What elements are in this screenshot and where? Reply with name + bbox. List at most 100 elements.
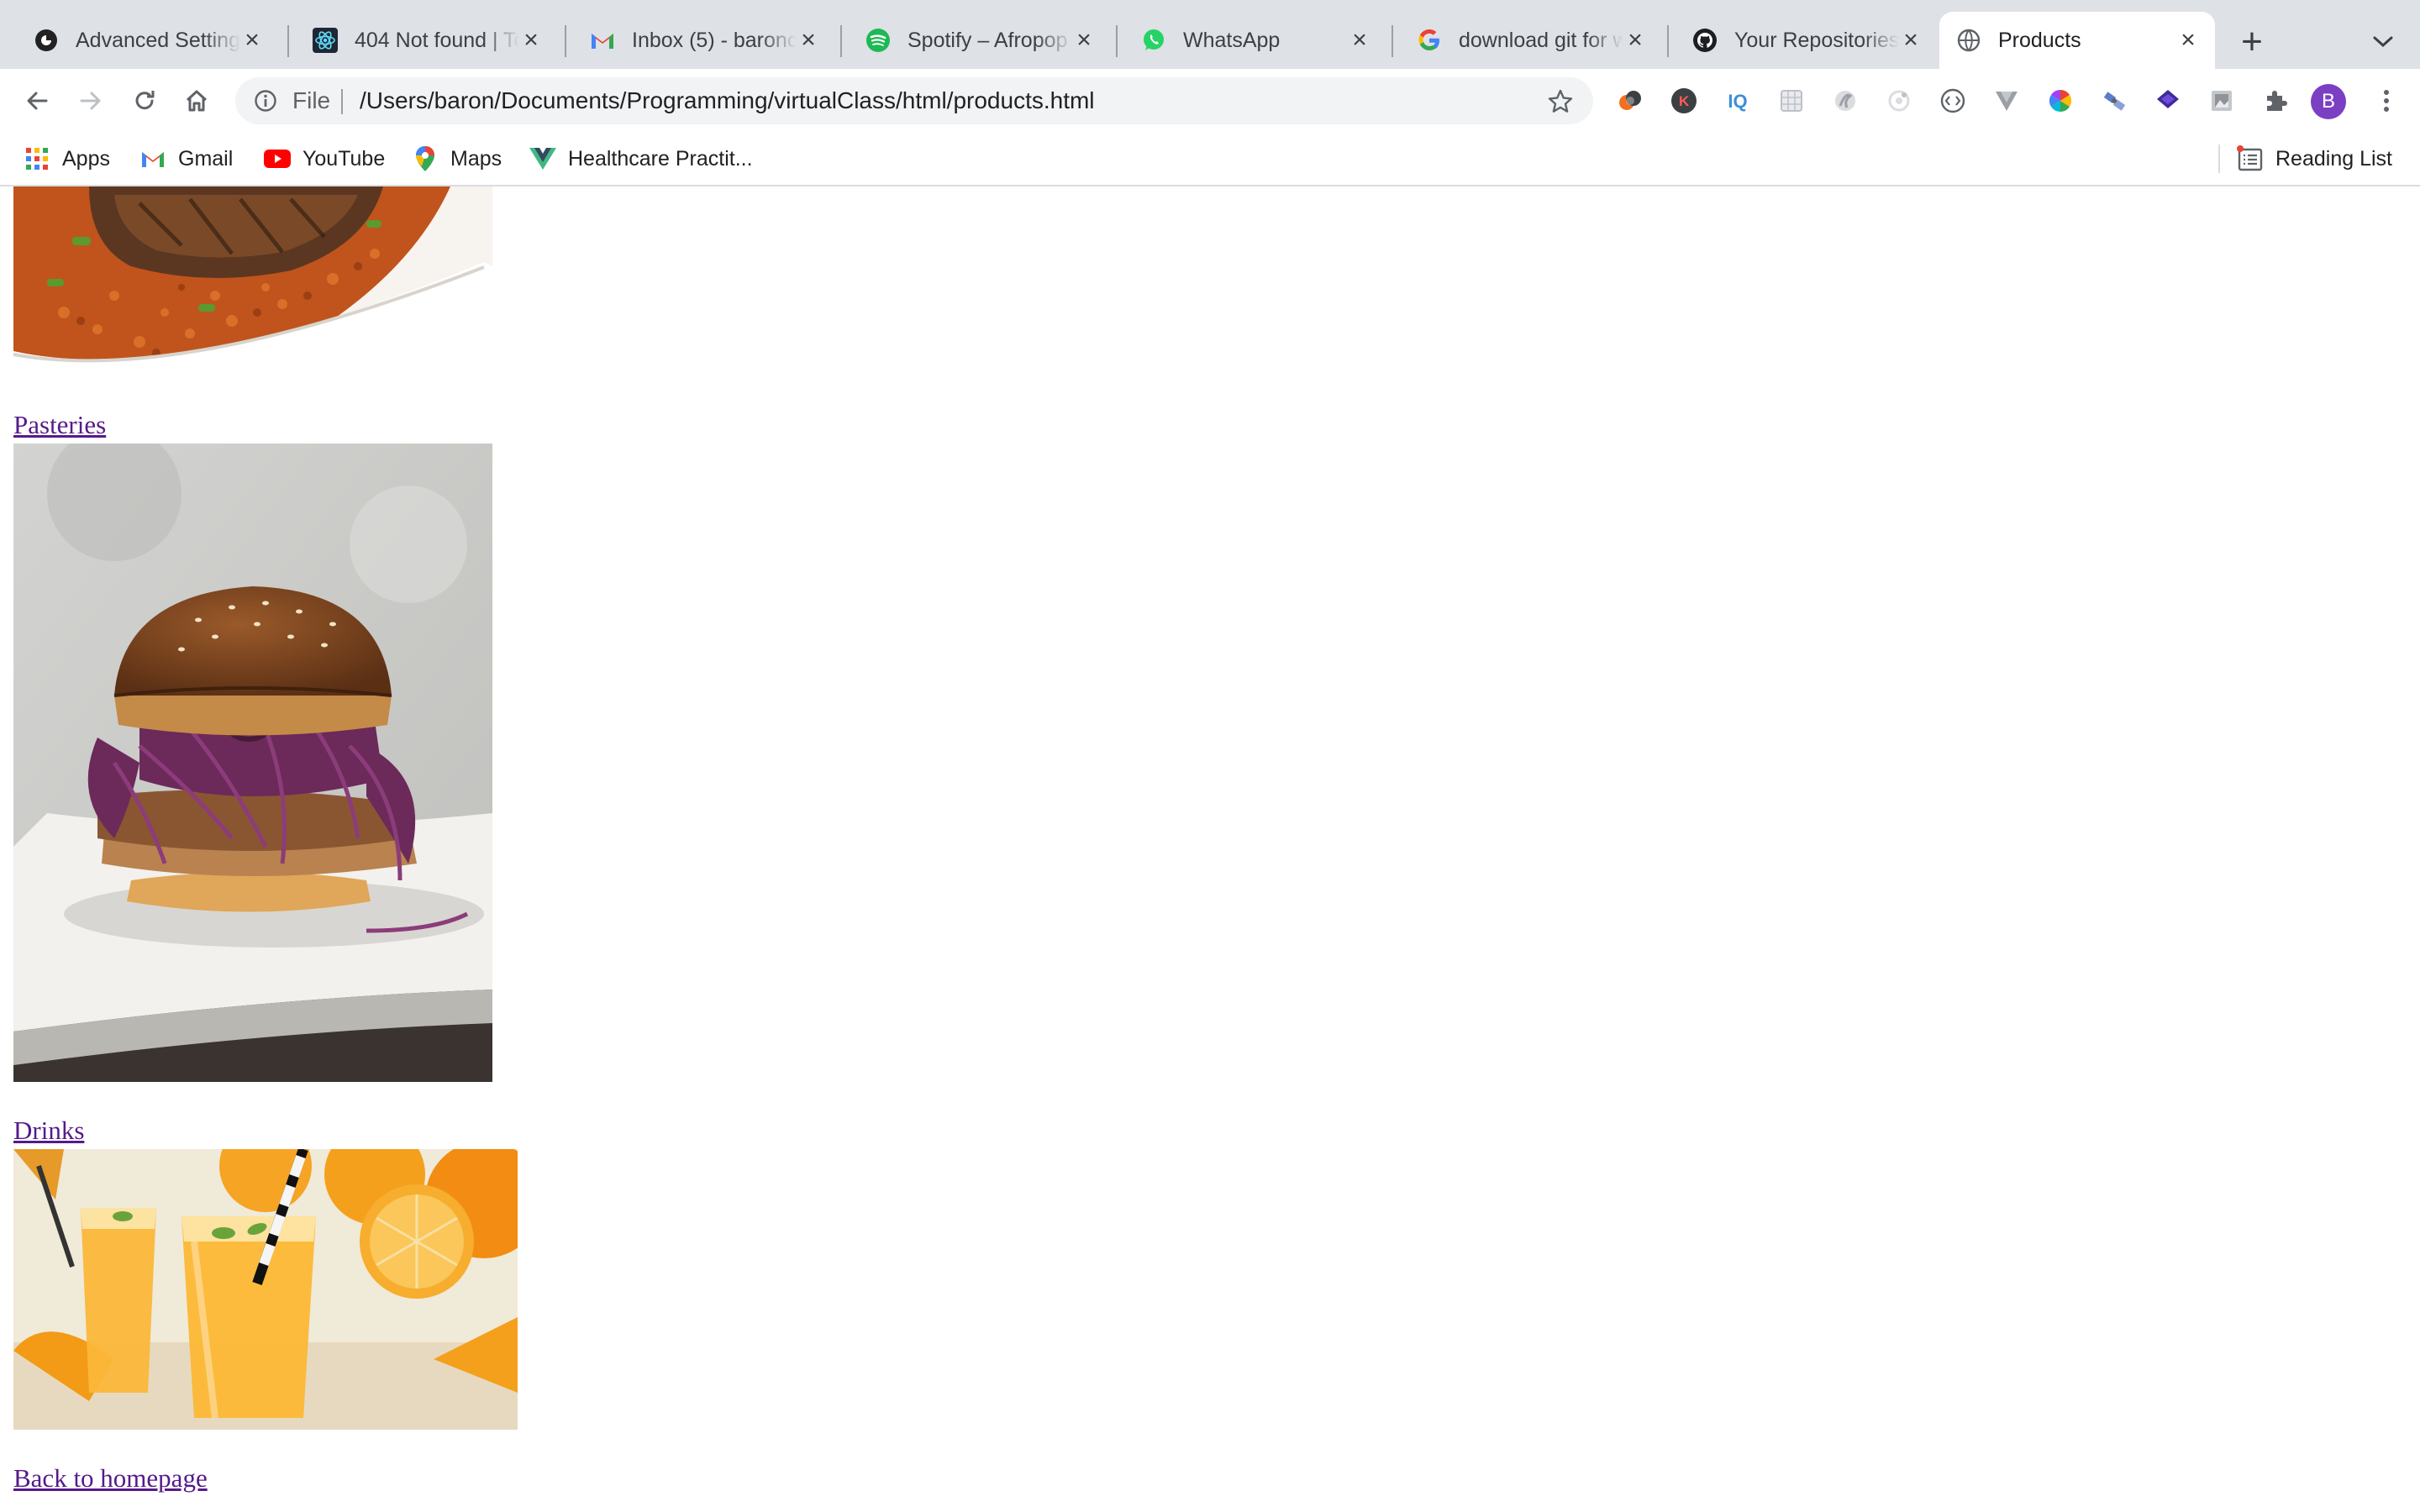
new-tab-button[interactable]: + [2233,24,2270,60]
reload-icon [135,91,155,110]
extension-layers-icon[interactable] [2151,84,2185,118]
home-button[interactable] [180,84,213,118]
extension-photo-icon[interactable] [2205,84,2238,118]
extensions-puzzle-icon[interactable] [2259,84,2292,118]
extension-code-icon[interactable] [1936,84,1970,118]
tab-title: WhatsApp [1183,28,1281,52]
back-button[interactable] [20,84,54,118]
whatsapp-icon [1141,28,1166,53]
extension-v-icon[interactable] [1990,84,2023,118]
close-icon[interactable]: × [519,28,543,53]
extension-k-icon[interactable]: K [1667,84,1701,118]
arrow-right-icon [80,92,101,110]
gmail-icon [590,28,615,53]
reading-list-label: Reading List [2275,146,2392,171]
extension-swirl-icon[interactable] [1828,84,1862,118]
drinks-link[interactable]: Drinks [13,1116,84,1146]
tab-spotify[interactable]: Spotify – Afropop × [849,12,1111,69]
tab-separator [565,25,566,57]
close-icon[interactable]: × [797,28,820,53]
close-icon[interactable]: × [240,28,264,53]
url-text[interactable]: /Users/baron/Documents/Programming/virtu… [360,87,1095,114]
info-icon[interactable] [254,89,277,113]
tab-title: Your Repositories [1734,28,1899,52]
tab-title: 404 Not found | Toptal [355,28,519,52]
address-bar[interactable]: File /Users/baron/Documents/Programming/… [235,77,1593,124]
bookmark-label: Gmail [178,146,234,171]
bookmark-star-icon[interactable] [1546,87,1575,116]
back-to-homepage-link[interactable]: Back to homepage [13,1463,208,1494]
browser-menu-button[interactable] [2370,84,2403,118]
globe-icon [1956,28,1981,53]
bookmark-label: Healthcare Practit... [568,146,753,171]
orange-juice-image [13,1149,518,1430]
react-atom-icon [313,28,338,53]
tab-github-repositories[interactable]: Your Repositories × [1676,12,1938,69]
bookmark-label: YouTube [302,146,386,171]
close-icon[interactable]: × [1899,28,1923,53]
jollof-rice-chicken-image [13,186,492,376]
close-icon[interactable]: × [1072,28,1096,53]
arrow-left-icon [27,92,48,110]
extension-grid-icon[interactable] [1775,84,1808,118]
circle-o-icon [34,28,59,53]
extension-color-wheel-icon[interactable] [2044,84,2077,118]
browser-chrome: Advanced Settings × 404 Not found | Topt… [0,0,2420,186]
extension-iq-icon[interactable]: IQ [1721,84,1754,118]
close-icon[interactable]: × [1348,28,1371,53]
reload-button[interactable] [128,84,161,118]
tab-separator [1667,25,1669,57]
tab-products[interactable]: Products × [1939,12,2215,69]
tab-title: download git for windows [1459,28,1623,52]
bookmark-maps[interactable]: Maps [412,144,502,173]
close-icon[interactable]: × [1623,28,1647,53]
bookmark-youtube[interactable]: YouTube [264,144,385,173]
extension-ring-icon[interactable] [1882,84,1916,118]
tab-advanced-settings[interactable]: Advanced Settings × [17,12,279,69]
toolbar: File /Users/baron/Documents/Programming/… [0,69,2420,133]
tab-title: Spotify – Afropop [908,28,1068,52]
burger-image [13,444,492,1082]
profile-avatar[interactable]: B [2311,84,2346,119]
tab-search-button[interactable] [2366,25,2400,59]
spotify-icon [865,28,891,53]
close-icon[interactable]: × [2176,28,2200,53]
svg-text:K: K [1679,93,1690,109]
maps-pin-icon [412,145,439,172]
extension-orange-icon[interactable] [1613,84,1647,118]
tab-separator [1116,25,1118,57]
tab-google-search[interactable]: download git for windows × [1400,12,1662,69]
github-icon [1692,28,1718,53]
url-scheme: File [292,87,331,113]
bookmark-label: Apps [62,146,110,171]
page-content: Pasteries Drinks Back to homepage [0,186,2420,1512]
reading-list-button[interactable]: Reading List [2237,144,2392,173]
bookmark-label: Maps [450,146,502,171]
forward-button[interactable] [74,84,108,118]
tab-strip: Advanced Settings × 404 Not found | Topt… [0,0,2420,69]
tab-separator [1392,25,1393,57]
extension-satellite-icon[interactable] [2097,84,2131,118]
vue-icon [529,145,556,172]
tab-title: Advanced Settings [76,28,240,52]
tab-whatsapp[interactable]: WhatsApp × [1124,12,1386,69]
tab-gmail-inbox[interactable]: Inbox (5) - baronchibuike × [573,12,835,69]
scheme-separator [341,89,343,114]
bookmark-apps[interactable]: Apps [24,144,110,173]
apps-grid-icon [24,145,50,172]
tab-title: Inbox (5) - baronchibuike [632,28,797,52]
tab-404-not-found[interactable]: 404 Not found | Toptal × [296,12,558,69]
tab-separator [287,25,289,57]
bookmarks-bar: Apps Gmail YouTube Maps Healthcare Pract… [0,133,2420,186]
youtube-icon [264,145,291,172]
bookmarks-separator [2218,144,2220,173]
kebab-menu-icon [2384,90,2389,112]
home-icon [186,90,208,112]
tab-title: Products [1998,28,2081,52]
tab-separator [840,25,842,57]
gmail-icon [139,145,166,172]
bookmark-healthcare[interactable]: Healthcare Practit... [529,144,753,173]
pasteries-link[interactable]: Pasteries [13,410,106,440]
bookmark-gmail[interactable]: Gmail [139,144,233,173]
svg-text:IQ: IQ [1728,91,1747,112]
